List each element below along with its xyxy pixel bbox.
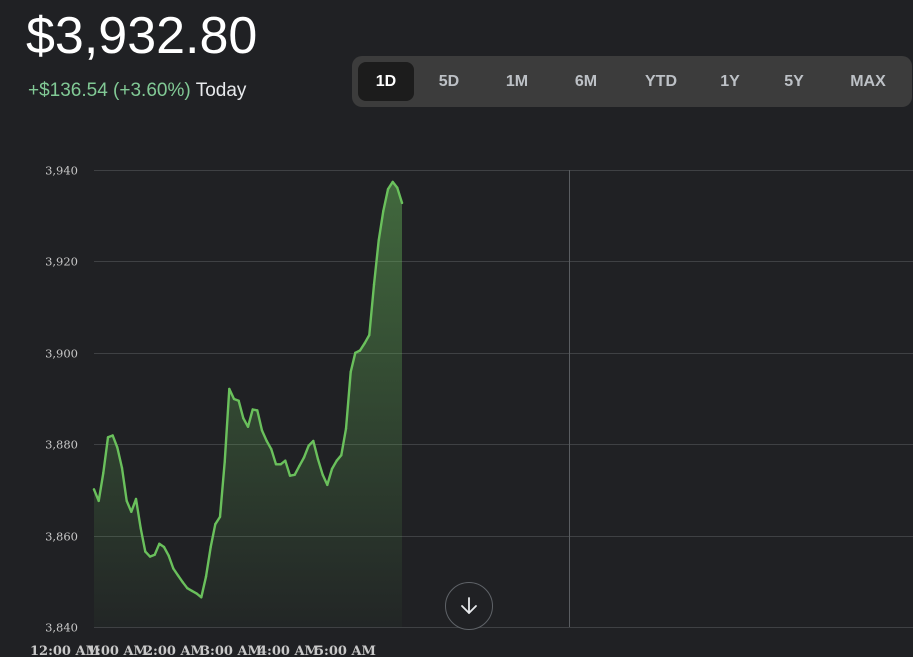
data-point xyxy=(358,349,362,352)
data-point xyxy=(386,188,390,191)
x-tick-label: 5:00 AM xyxy=(315,644,376,657)
data-point xyxy=(270,448,273,451)
data-point xyxy=(232,397,236,401)
x-tick-label: 4:00 AM xyxy=(258,644,319,657)
data-point xyxy=(204,575,208,578)
data-point xyxy=(256,409,259,412)
data-point xyxy=(218,515,222,519)
data-point xyxy=(144,550,147,553)
data-point xyxy=(316,458,320,461)
data-point xyxy=(186,587,189,590)
data-point xyxy=(139,527,142,530)
data-point xyxy=(391,180,394,184)
data-point xyxy=(288,474,292,477)
y-axis: 3,940 3,920 3,900 3,880 3,860 3,840 xyxy=(45,164,78,635)
data-point xyxy=(162,545,166,549)
data-point xyxy=(176,574,180,577)
data-point xyxy=(134,497,138,501)
y-tick-label: 3,840 xyxy=(45,621,78,635)
y-tick-label: 3,880 xyxy=(45,438,78,452)
data-point xyxy=(111,434,114,437)
data-point xyxy=(302,456,306,459)
data-point xyxy=(92,488,96,491)
y-tick-label: 3,860 xyxy=(45,530,78,544)
data-point xyxy=(125,499,128,503)
data-point xyxy=(400,201,404,205)
data-point xyxy=(246,425,250,428)
data-point xyxy=(116,446,119,449)
data-point xyxy=(396,186,399,189)
data-point xyxy=(265,439,268,443)
data-point xyxy=(298,464,301,468)
data-point xyxy=(307,444,310,447)
data-point xyxy=(251,408,254,411)
data-point xyxy=(167,554,170,557)
data-point xyxy=(312,439,315,443)
data-point xyxy=(382,209,385,213)
x-tick-label: 1:00 AM xyxy=(87,644,148,657)
data-point xyxy=(354,351,357,354)
data-point xyxy=(274,463,278,466)
data-point xyxy=(130,510,133,513)
y-tick-label: 3,900 xyxy=(45,347,78,361)
x-axis: 12:00 AM1:00 AM2:00 AM3:00 AM4:00 AM5:00… xyxy=(30,644,376,657)
data-point xyxy=(242,417,245,420)
data-point xyxy=(321,473,324,476)
data-point xyxy=(158,542,161,545)
data-point xyxy=(363,342,366,345)
data-point xyxy=(344,427,348,430)
data-point xyxy=(200,596,203,599)
data-point xyxy=(120,466,124,470)
data-point xyxy=(148,555,152,558)
data-point xyxy=(106,436,110,439)
x-tick-label: 3:00 AM xyxy=(201,644,262,657)
data-point xyxy=(377,239,380,242)
y-tick-label: 3,920 xyxy=(45,255,78,269)
price-chart[interactable]: 3,940 3,920 3,900 3,880 3,860 3,840 12:00 AM1… xyxy=(0,0,913,657)
data-point xyxy=(326,483,329,487)
data-point xyxy=(181,581,184,584)
data-point xyxy=(260,429,264,432)
data-point xyxy=(102,471,105,475)
data-point xyxy=(340,454,343,457)
data-point xyxy=(214,523,217,526)
data-point xyxy=(209,545,212,549)
data-point xyxy=(190,589,194,593)
data-point xyxy=(195,592,198,595)
x-tick-label: 2:00 AM xyxy=(144,644,205,657)
y-tick-label: 3,940 xyxy=(45,164,78,178)
data-point xyxy=(172,567,175,570)
data-point xyxy=(330,467,334,471)
data-point xyxy=(237,399,240,402)
data-point xyxy=(153,553,156,556)
data-point xyxy=(293,473,296,476)
data-point xyxy=(223,460,226,464)
data-point xyxy=(284,459,287,462)
scroll-down-button[interactable] xyxy=(445,582,493,630)
data-point xyxy=(368,333,371,337)
data-point xyxy=(97,499,100,503)
data-point xyxy=(349,370,352,374)
arrow-down-icon xyxy=(461,597,477,614)
series-area xyxy=(94,181,402,627)
data-point xyxy=(372,283,376,286)
data-point xyxy=(279,463,282,466)
data-point xyxy=(228,387,231,391)
data-point xyxy=(335,459,338,462)
